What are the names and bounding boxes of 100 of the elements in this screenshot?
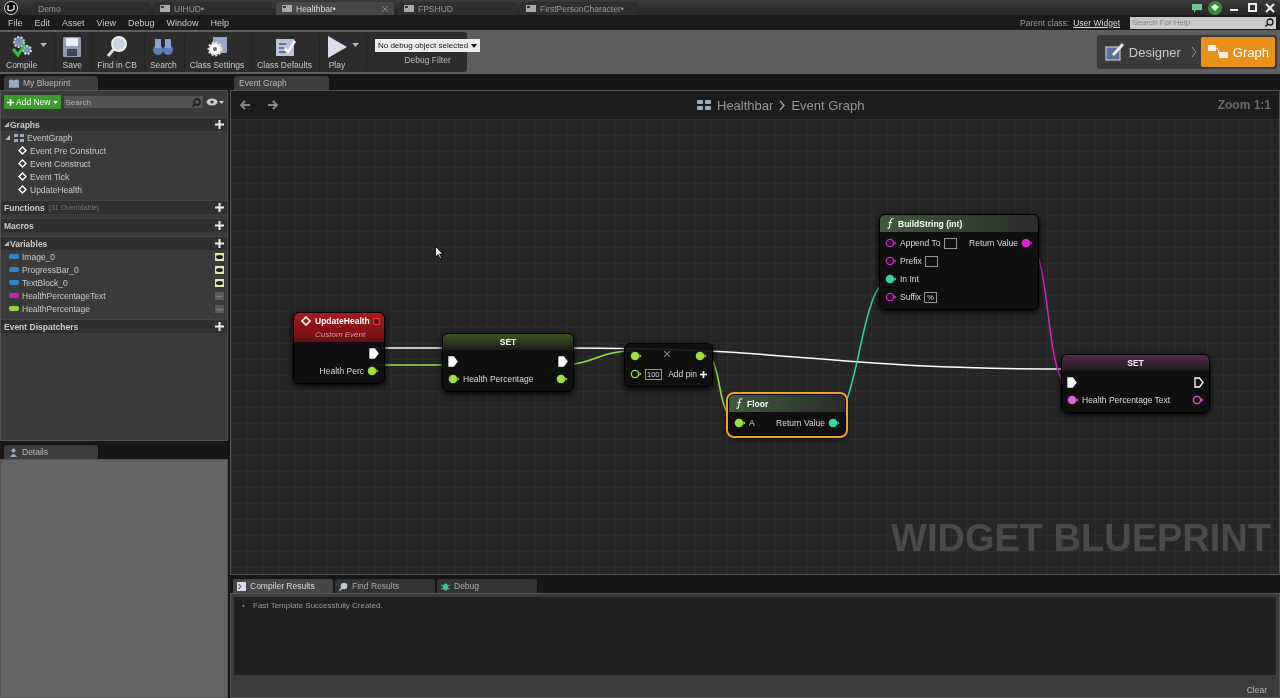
breadcrumb-item[interactable]: Healthbar (717, 97, 774, 113)
tree-item[interactable]: EventGraph (1, 131, 227, 144)
toolbar-button[interactable]: Save (57, 34, 88, 70)
panel-tab[interactable]: Event Graph (234, 76, 329, 90)
tree-item[interactable]: Event Pre Construct (1, 144, 227, 157)
panel-tab[interactable]: Compiler Results (233, 579, 333, 593)
section-header[interactable]: Event Dispatchers (1, 319, 227, 333)
diamond-icon (301, 316, 311, 326)
data-pin[interactable] (1192, 395, 1204, 405)
forward-arrow-icon[interactable] (267, 99, 279, 111)
panel-tab[interactable]: My Blueprint (4, 76, 98, 90)
menu-item[interactable]: Window (160, 17, 205, 28)
plus-icon[interactable] (215, 239, 224, 248)
data-pin[interactable] (630, 369, 642, 379)
tree-item[interactable]: UpdateHealth (1, 183, 227, 196)
graph-nodes-icon (1206, 43, 1229, 61)
menu-item[interactable]: File (2, 17, 29, 28)
expand-triangle-icon[interactable] (4, 241, 9, 246)
data-pin[interactable] (556, 374, 568, 384)
eye-icon[interactable] (215, 265, 224, 274)
exec-pin[interactable] (448, 355, 458, 367)
eye-icon[interactable] (206, 98, 224, 106)
caret-icon (52, 100, 58, 104)
exec-pin[interactable] (558, 355, 568, 367)
data-pin[interactable] (734, 418, 746, 428)
debug-object-dropdown[interactable]: No debug object selected (374, 39, 481, 52)
magnifier-icon (339, 581, 348, 591)
document-tab[interactable]: Healthbar• (276, 2, 394, 15)
menu-item[interactable]: Debug (121, 17, 161, 28)
eye-icon[interactable] (215, 252, 224, 261)
panel-tab[interactable]: Debug (437, 579, 537, 593)
data-pin[interactable] (1067, 395, 1079, 405)
variable-name[interactable]: TextBlock_0 (22, 277, 68, 288)
add-new-button[interactable]: Add New (4, 95, 61, 109)
mode-tab[interactable]: Designer (1098, 37, 1187, 67)
graph-node[interactable]: SET Health Percentage (442, 333, 574, 392)
plus-icon[interactable] (215, 322, 224, 331)
panel-tab[interactable]: Details (4, 445, 98, 459)
toolbar-button[interactable]: Search (146, 34, 180, 70)
pin-label: Suffix (900, 292, 922, 302)
plus-icon[interactable] (215, 120, 224, 129)
toolbar-button[interactable]: Compile (3, 34, 51, 70)
maximize-icon[interactable] (1246, 3, 1258, 13)
data-pin[interactable] (695, 351, 707, 361)
section-header[interactable]: Graphs (1, 117, 227, 131)
notification-icon[interactable] (1208, 1, 1222, 15)
data-pin[interactable] (885, 256, 897, 266)
document-tab[interactable]: UIHUD• (154, 2, 272, 15)
toolbar-button[interactable]: Class Settings (186, 34, 248, 70)
document-tab[interactable]: Demo (32, 2, 150, 15)
toolbar-button[interactable]: Class Defaults (254, 34, 315, 70)
chat-icon[interactable] (1192, 3, 1202, 13)
exec-pin[interactable] (1067, 376, 1077, 388)
data-pin[interactable] (367, 366, 379, 376)
delegate-pin[interactable] (373, 318, 380, 325)
menu-item[interactable]: View (90, 17, 122, 28)
document-tab[interactable]: FirstPersonCharacter• (520, 2, 638, 15)
variable-name[interactable]: ProgressBar_0 (22, 264, 79, 275)
plus-icon[interactable] (215, 221, 224, 230)
magnifier-icon (105, 34, 130, 59)
variable-name[interactable]: Image_0 (22, 251, 56, 262)
eye-icon[interactable] (215, 278, 224, 287)
data-pin[interactable] (885, 292, 897, 302)
graph-node[interactable]: SET Health Percentage Text (1061, 354, 1210, 413)
add-pin-button[interactable]: Add pin (668, 369, 707, 379)
exec-pin[interactable] (369, 347, 379, 359)
data-pin[interactable] (630, 351, 642, 361)
toolbar-button[interactable]: Play (321, 34, 362, 70)
variable-name[interactable]: HealthPercentage (22, 303, 91, 314)
exec-pin[interactable] (1194, 376, 1204, 388)
section-header[interactable]: Macros (1, 218, 227, 232)
tree-item[interactable]: Event Tick (1, 170, 227, 183)
back-arrow-icon[interactable] (239, 99, 251, 111)
search-field[interactable]: Search (63, 96, 203, 108)
document-tab[interactable]: FPSHUD (398, 2, 516, 15)
parent-class-link[interactable]: User Widget (1073, 17, 1120, 28)
menu-item[interactable]: Help (204, 17, 235, 28)
section-header[interactable]: Variables (1, 236, 227, 250)
plus-icon[interactable] (215, 203, 224, 212)
expand-triangle-icon[interactable] (5, 135, 10, 140)
data-pin[interactable] (448, 374, 460, 384)
toolbar-button[interactable]: Find in CB (94, 34, 140, 70)
expand-triangle-icon[interactable] (4, 122, 9, 127)
data-pin[interactable] (828, 418, 840, 428)
variable-name[interactable]: HealthPercentageText (22, 290, 106, 301)
pin-value-field[interactable] (924, 255, 938, 267)
person-icon (9, 447, 18, 457)
menu-item[interactable]: Edit (28, 17, 57, 28)
graph-node[interactable]: Floor A Return Value (728, 394, 846, 436)
data-pin[interactable] (1021, 238, 1033, 248)
clear-button[interactable]: Clear (1240, 684, 1273, 696)
graph-node[interactable]: UpdateHealth Custom Event Health Perc (293, 312, 385, 384)
data-pin[interactable] (885, 274, 897, 284)
pin-value-field[interactable] (943, 237, 957, 249)
breadcrumb-item[interactable]: Event Graph (791, 97, 865, 113)
panel-tab[interactable]: Find Results (335, 579, 435, 593)
pin-label: A (749, 418, 755, 428)
data-pin[interactable] (885, 238, 897, 248)
tree-item[interactable]: Event Construct (1, 157, 227, 170)
menu-item[interactable]: Asset (56, 17, 91, 28)
